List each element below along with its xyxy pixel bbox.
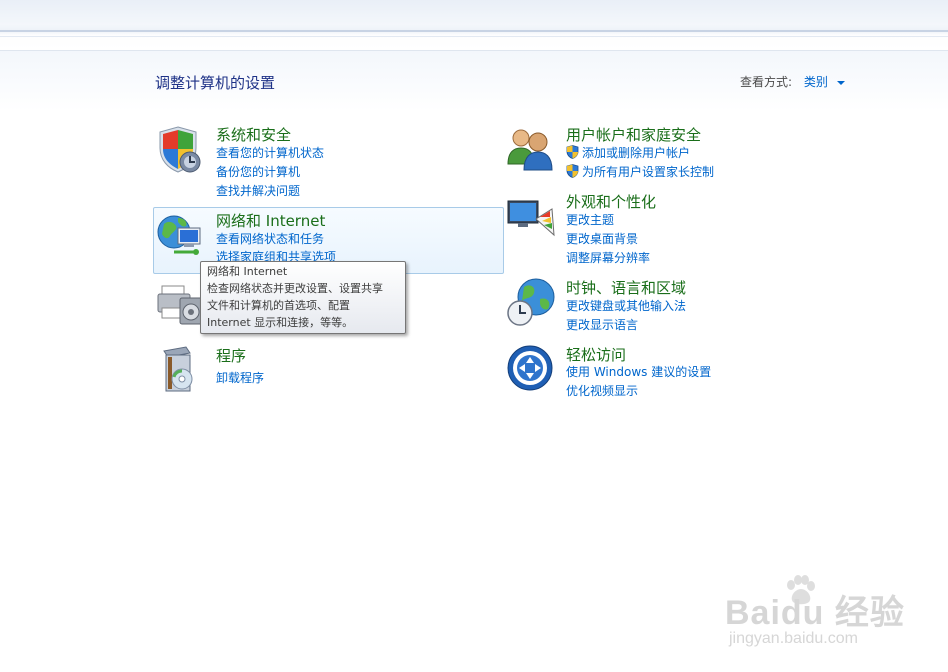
clock-globe-icon	[507, 278, 555, 326]
category-clock-language-region[interactable]: 时钟、语言和区域 更改键盘或其他输入法 更改显示语言	[506, 277, 826, 332]
category-appearance[interactable]: 外观和个性化 更改主题 更改桌面背景 调整屏幕分辨率	[506, 191, 826, 266]
toolbar-divider	[0, 36, 948, 37]
uac-shield-icon	[566, 145, 579, 159]
link-change-theme[interactable]: 更改主题	[566, 211, 614, 228]
users-icon	[507, 129, 553, 171]
link-change-keyboard-input[interactable]: 更改键盘或其他输入法	[566, 297, 686, 314]
link-view-computer-status[interactable]: 查看您的计算机状态	[216, 144, 324, 161]
category-title[interactable]: 系统和安全	[216, 124, 291, 145]
link-uninstall-program[interactable]: 卸载程序	[216, 369, 264, 386]
watermark-url: jingyan.baidu.com	[729, 630, 858, 647]
view-by-dropdown[interactable]: 类别	[804, 75, 828, 89]
tooltip-line: Internet 显示和连接，等等。	[207, 316, 354, 329]
baidu-watermark: Baidu 经验 jingyan.baidu.com	[725, 575, 925, 655]
tooltip-title: 网络和 Internet	[207, 265, 288, 278]
category-network-internet[interactable]: 网络和 Internet 查看网络状态和任务 选择家庭组和共享选项	[156, 210, 476, 265]
category-title[interactable]: 网络和 Internet	[216, 210, 325, 231]
link-parental-controls[interactable]: 为所有用户设置家长控制	[566, 163, 714, 180]
tooltip-line: 文件和计算机的首选项、配置	[207, 299, 350, 312]
link-change-display-language[interactable]: 更改显示语言	[566, 316, 638, 333]
toolbar-divider	[0, 30, 948, 32]
ease-of-access-icon	[507, 345, 553, 391]
category-title[interactable]: 轻松访问	[566, 344, 626, 365]
view-by-label: 查看方式:	[740, 75, 793, 89]
category-title[interactable]: 程序	[216, 345, 246, 366]
link-windows-recommended-settings[interactable]: 使用 Windows 建议的设置	[566, 363, 711, 380]
link-troubleshoot[interactable]: 查找并解决问题	[216, 182, 300, 199]
link-label: 添加或删除用户帐户	[582, 146, 691, 160]
programs-box-icon	[163, 346, 193, 392]
appearance-monitor-icon	[507, 200, 555, 237]
link-view-network-status[interactable]: 查看网络状态和任务	[216, 230, 324, 247]
link-backup-computer[interactable]: 备份您的计算机	[216, 163, 300, 180]
uac-shield-icon	[566, 164, 579, 178]
network-globe-icon	[157, 215, 201, 255]
tooltip-network-internet: 网络和 Internet 检查网络状态并更改设置、设置共享 文件和计算机的首选项…	[200, 261, 406, 334]
chevron-down-icon[interactable]	[836, 80, 845, 85]
tooltip-line: 检查网络状态并更改设置、设置共享	[207, 282, 383, 295]
link-screen-resolution[interactable]: 调整屏幕分辨率	[566, 249, 650, 266]
title-bar	[0, 0, 948, 51]
watermark-brand: Baidu 经验	[725, 594, 905, 632]
page-title: 调整计算机的设置	[155, 74, 276, 92]
link-add-remove-accounts[interactable]: 添加或删除用户帐户	[566, 144, 690, 161]
category-system-security[interactable]: 系统和安全 查看您的计算机状态 备份您的计算机 查找并解决问题	[156, 124, 476, 199]
category-programs[interactable]: 程序 卸载程序	[156, 345, 476, 395]
category-ease-of-access[interactable]: 轻松访问 使用 Windows 建议的设置 优化视频显示	[506, 344, 826, 399]
security-shield-icon	[159, 126, 201, 173]
category-user-accounts[interactable]: 用户帐户和家庭安全 添加或删除用户帐户 为所有用户设置家长控制	[506, 124, 826, 179]
category-title[interactable]: 用户帐户和家庭安全	[566, 124, 701, 145]
link-label: 为所有用户设置家长控制	[582, 165, 715, 179]
link-optimize-video-display[interactable]: 优化视频显示	[566, 382, 638, 399]
category-title[interactable]: 时钟、语言和区域	[566, 277, 686, 298]
view-by-control[interactable]: 查看方式: 类别	[740, 73, 845, 90]
link-change-background[interactable]: 更改桌面背景	[566, 230, 638, 247]
category-title[interactable]: 外观和个性化	[566, 191, 656, 212]
